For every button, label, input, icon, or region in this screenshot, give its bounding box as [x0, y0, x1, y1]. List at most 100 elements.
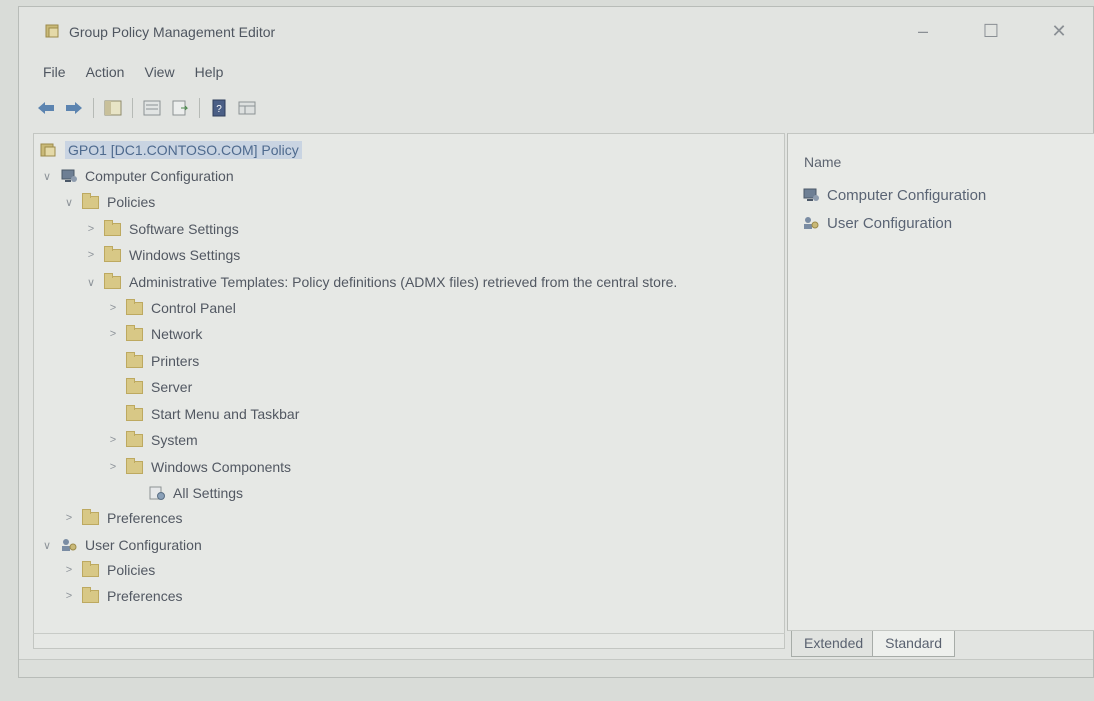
toolbar-separator: [93, 98, 94, 118]
forward-arrow-icon: [66, 102, 82, 114]
tree-item-user-configuration[interactable]: ∨ User Configuration: [40, 534, 202, 556]
tree-item-label: Windows Settings: [129, 247, 241, 263]
properties-button[interactable]: [141, 97, 163, 119]
minimize-button[interactable]: –: [889, 15, 957, 47]
tree-item-server[interactable]: Server: [126, 376, 192, 398]
export-list-button[interactable]: [169, 97, 191, 119]
forward-button[interactable]: [63, 97, 85, 119]
window-title: Group Policy Management Editor: [69, 24, 276, 40]
tree-item-label: Policies: [107, 194, 156, 210]
tree-item-computer-configuration[interactable]: ∨ Computer Configuration: [40, 165, 234, 187]
tree-item-label: GPO1 [DC1.CONTOSO.COM] Policy: [65, 141, 302, 159]
chevron-right-icon[interactable]: >: [62, 590, 76, 602]
folder-icon: [126, 324, 143, 341]
folder-icon: [126, 298, 143, 315]
gpo-icon: [40, 143, 56, 157]
title-bar[interactable]: Group Policy Management Editor – ☐ ✕: [19, 7, 1093, 57]
tree-item-administrative-templates[interactable]: ∨ Administrative Templates: Policy defin…: [84, 271, 677, 293]
tree-item-preferences[interactable]: > Preferences: [62, 507, 182, 529]
chevron-right-icon[interactable]: >: [62, 564, 76, 576]
export-list-icon: [172, 100, 189, 116]
chevron-right-icon[interactable]: >: [106, 302, 120, 314]
folder-icon: [126, 351, 143, 368]
computer-config-icon: [61, 169, 77, 182]
view-tabs: Extended Standard: [791, 631, 955, 657]
tree-item-label: Software Settings: [129, 221, 239, 237]
menu-file[interactable]: File: [43, 64, 66, 80]
group-policy-editor-window: Group Policy Management Editor – ☐ ✕ Fil…: [18, 6, 1094, 678]
name-column-header[interactable]: Name: [804, 154, 841, 170]
details-item-computer-configuration[interactable]: Computer Configuration: [802, 184, 986, 206]
tree-item-label: Windows Components: [151, 459, 292, 475]
menu-view[interactable]: View: [144, 64, 174, 80]
chevron-right-icon[interactable]: >: [84, 223, 98, 235]
menu-action[interactable]: Action: [86, 64, 125, 80]
svg-text:?: ?: [216, 104, 222, 115]
details-item-label: Computer Configuration: [827, 186, 987, 204]
toolbar-separator: [132, 98, 133, 118]
help-icon: ?: [212, 99, 226, 117]
chevron-down-icon[interactable]: ∨: [40, 539, 54, 552]
chevron-down-icon[interactable]: ∨: [62, 196, 76, 209]
chevron-right-icon[interactable]: >: [106, 328, 120, 340]
menu-help[interactable]: Help: [195, 64, 224, 80]
chevron-right-icon[interactable]: >: [106, 461, 120, 473]
chevron-down-icon[interactable]: ∨: [40, 170, 54, 183]
tab-extended[interactable]: Extended: [791, 631, 877, 657]
chevron-down-icon[interactable]: ∨: [84, 276, 98, 289]
folder-icon: [104, 272, 121, 289]
status-bar: [19, 659, 1093, 677]
tree-item-all-settings[interactable]: All Settings: [148, 482, 243, 504]
folder-icon: [82, 508, 99, 525]
tree-item-label: All Settings: [173, 485, 244, 501]
user-config-icon: [804, 217, 819, 229]
tree-item-windows-components[interactable]: > Windows Components: [106, 456, 291, 478]
folder-icon: [126, 430, 143, 447]
details-item-label: User Configuration: [827, 214, 953, 232]
details-pane: Name Computer Configuration User Configu…: [787, 133, 1094, 631]
tree-item-user-preferences[interactable]: > Preferences: [62, 585, 182, 607]
tree-pane: GPO1 [DC1.CONTOSO.COM] Policy ∨ Computer…: [33, 133, 785, 649]
folder-icon: [104, 245, 121, 262]
gpo-app-icon: [45, 24, 59, 38]
tree-item-label: Preferences: [107, 510, 183, 526]
details-item-user-configuration[interactable]: User Configuration: [802, 212, 952, 234]
computer-config-icon: [803, 188, 819, 201]
menu-bar: File Action View Help: [19, 59, 243, 85]
folder-icon: [126, 457, 143, 474]
tree-item-label: Printers: [151, 353, 200, 369]
tree-item-label: Network: [151, 326, 203, 342]
show-hide-tree-button[interactable]: [102, 97, 124, 119]
chevron-right-icon[interactable]: >: [106, 434, 120, 446]
tree-item-system[interactable]: > System: [106, 429, 198, 451]
tree-item-control-panel[interactable]: > Control Panel: [106, 297, 236, 319]
tree-item-label: Computer Configuration: [85, 168, 234, 184]
tree-item-software-settings[interactable]: > Software Settings: [84, 218, 239, 240]
folder-icon: [82, 560, 99, 577]
tree-item-start-menu-and-taskbar[interactable]: Start Menu and Taskbar: [126, 403, 299, 425]
maximize-button[interactable]: ☐: [957, 15, 1025, 47]
view-icon: [238, 101, 256, 115]
show-hide-tree-icon: [104, 100, 122, 116]
tree-item-gpo-root[interactable]: GPO1 [DC1.CONTOSO.COM] Policy: [40, 139, 302, 161]
tree-item-printers[interactable]: Printers: [126, 350, 199, 372]
help-button[interactable]: ?: [208, 97, 230, 119]
user-config-icon: [62, 539, 77, 551]
tree-item-policies[interactable]: ∨ Policies: [62, 191, 155, 213]
toolbar-separator: [199, 98, 200, 118]
chevron-right-icon[interactable]: >: [62, 512, 76, 524]
tree-item-user-policies[interactable]: > Policies: [62, 559, 155, 581]
tree-item-windows-settings[interactable]: > Windows Settings: [84, 244, 240, 266]
tree-item-label: Preferences: [107, 588, 183, 604]
tab-standard[interactable]: Standard: [872, 631, 955, 657]
view-button[interactable]: [236, 97, 258, 119]
tree-item-label: Policies: [107, 562, 156, 578]
chevron-right-icon[interactable]: >: [84, 249, 98, 261]
folder-icon: [126, 404, 143, 421]
tree-item-network[interactable]: > Network: [106, 323, 202, 345]
back-button[interactable]: [35, 97, 57, 119]
close-button[interactable]: ✕: [1025, 15, 1093, 47]
tree-item-label: Administrative Templates: Policy definit…: [129, 274, 678, 290]
horizontal-scrollbar[interactable]: [33, 633, 785, 647]
folder-icon: [82, 192, 99, 209]
